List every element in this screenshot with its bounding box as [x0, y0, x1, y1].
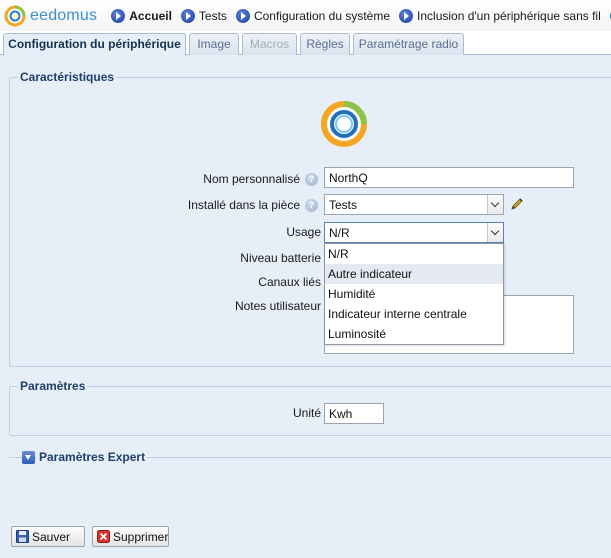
arrow-right-icon: [399, 8, 414, 23]
floppy-disk-icon: [16, 530, 29, 543]
usage-dropdown-list: N/R Autre indicateur Humidité Indicateur…: [324, 243, 504, 345]
nav-item-label: Accueil: [129, 8, 172, 23]
tab-regles[interactable]: Règles: [300, 33, 350, 55]
eedomus-logo[interactable]: eedomus: [4, 5, 97, 27]
unit-label: Unité: [292, 406, 321, 420]
arrow-right-icon: [235, 8, 250, 23]
device-icon: [321, 101, 367, 147]
tab-image[interactable]: Image: [189, 33, 239, 55]
usage-label: Usage: [286, 225, 321, 239]
usage-option[interactable]: Indicateur interne centrale: [325, 304, 503, 324]
save-button-label: Sauver: [32, 529, 71, 544]
chevron-down-icon: [487, 223, 503, 242]
battery-label: Niveau batterie: [240, 251, 321, 265]
usage-select[interactable]: N/R: [324, 222, 504, 243]
nav-item-accueil[interactable]: Accueil: [111, 8, 172, 23]
nav-item-inclusion[interactable]: Inclusion d'un périphérique sans fil: [399, 8, 601, 23]
pencil-icon[interactable]: [509, 196, 525, 212]
unit-input[interactable]: [324, 403, 384, 424]
expand-icon[interactable]: [22, 451, 35, 464]
nav-item-configuration[interactable]: Configuration du système: [235, 8, 391, 23]
arrow-right-icon: [111, 8, 126, 23]
chevron-down-icon: [487, 195, 503, 214]
delete-icon: [97, 530, 110, 543]
usage-select-value: N/R: [329, 226, 350, 240]
arrow-right-icon: [180, 8, 195, 23]
room-select[interactable]: Tests: [324, 194, 504, 215]
top-navigation-bar: eedomus Accueil Tests Configuration du s…: [0, 0, 611, 31]
tab-configuration[interactable]: Configuration du périphérique: [3, 33, 186, 56]
nav-item-tests[interactable]: Tests: [180, 8, 227, 23]
usage-option[interactable]: N/R: [325, 244, 503, 264]
channels-label: Canaux liés: [258, 275, 321, 289]
usage-option[interactable]: Luminosité: [325, 324, 503, 344]
nav-item-label: Inclusion d'un périphérique sans fil: [417, 8, 601, 23]
room-select-value: Tests: [329, 198, 358, 212]
name-label: Nom personnalisé: [203, 172, 300, 186]
tab-macros: Macros: [242, 33, 297, 55]
parameters-legend: Paramètres: [18, 379, 88, 393]
tab-bar: Configuration du périphérique Image Macr…: [0, 31, 611, 56]
nav-item-label: Tests: [198, 8, 227, 23]
name-input[interactable]: [324, 167, 574, 188]
expert-legend[interactable]: Paramètres Expert: [37, 450, 148, 464]
logo-text: eedomus: [30, 6, 98, 24]
tab-radio-settings[interactable]: Paramétrage radio: [353, 33, 464, 55]
delete-button-label: Supprimer: [113, 529, 169, 544]
notes-label: Notes utilisateur: [234, 299, 321, 313]
eedomus-logo-icon: [4, 5, 26, 26]
delete-button[interactable]: Supprimer: [92, 526, 169, 547]
characteristics-legend: Caractéristiques: [18, 70, 117, 84]
nav-item-label: Configuration du système: [253, 8, 391, 23]
save-button[interactable]: Sauver: [11, 526, 85, 547]
usage-option[interactable]: Humidité: [325, 284, 503, 304]
help-icon[interactable]: ?: [305, 173, 318, 186]
usage-option[interactable]: Autre indicateur: [325, 264, 503, 284]
help-icon[interactable]: ?: [305, 199, 318, 212]
room-label: Installé dans la pièce: [187, 198, 300, 212]
